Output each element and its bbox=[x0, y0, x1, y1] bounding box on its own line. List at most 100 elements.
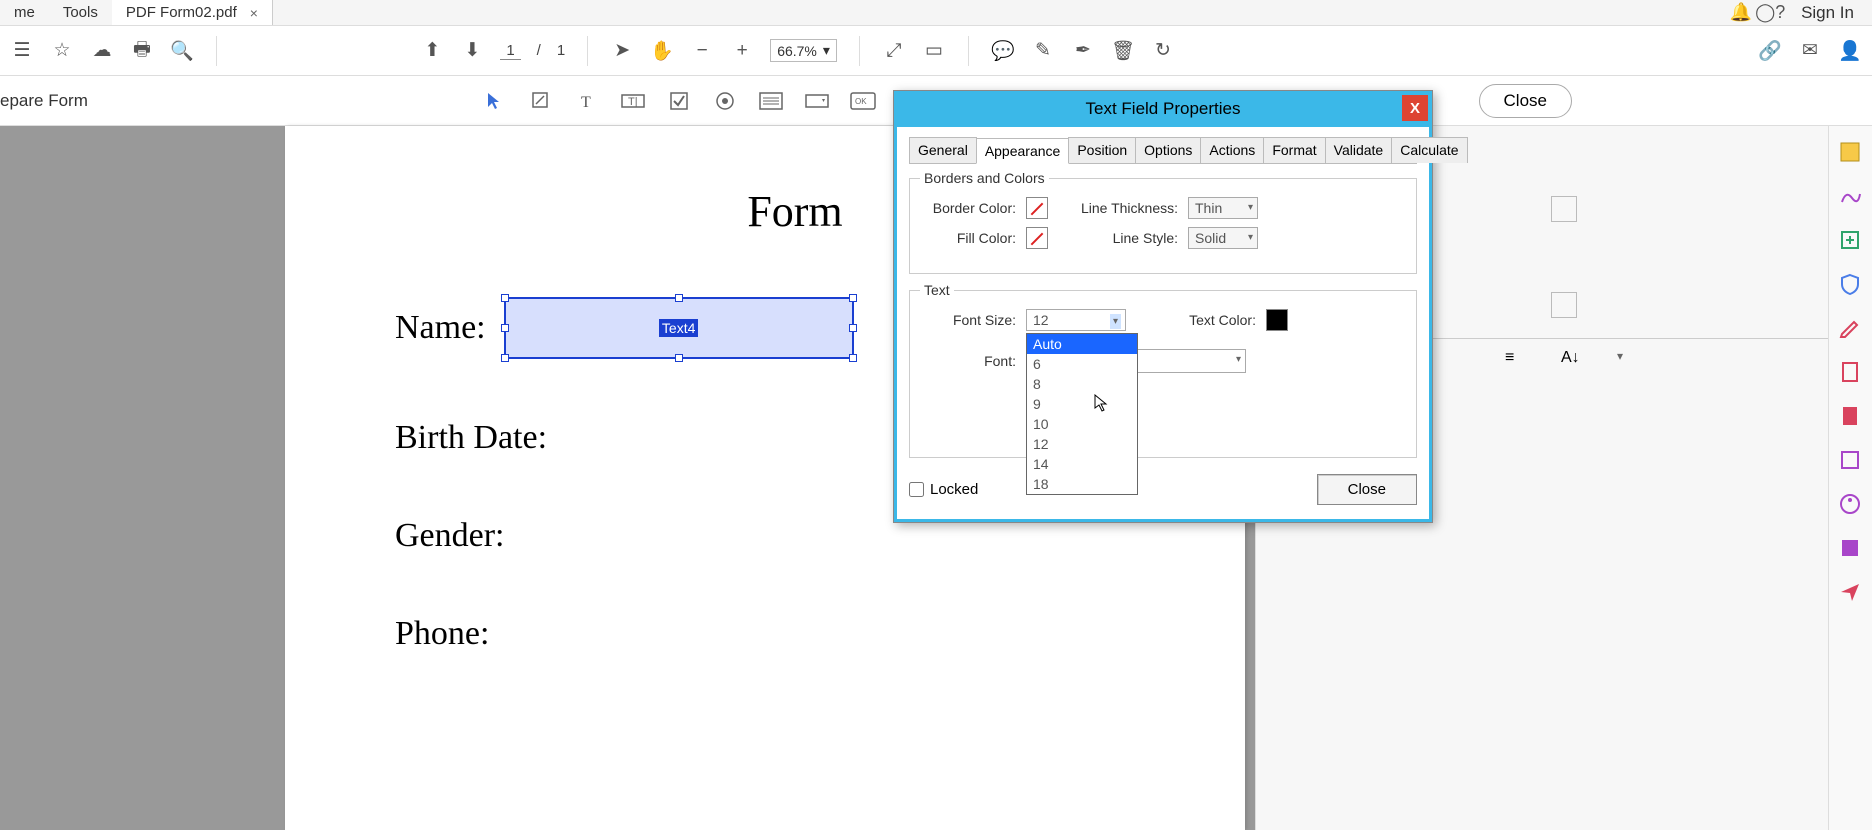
font-size-option-12[interactable]: 12 bbox=[1027, 434, 1137, 454]
borders-colors-group: Borders and Colors Border Color: Fill Co… bbox=[909, 178, 1417, 274]
close-tab-icon[interactable]: × bbox=[245, 5, 258, 21]
edit-text-tool-icon[interactable] bbox=[526, 86, 556, 116]
hand-tool-icon[interactable]: ✋ bbox=[650, 39, 674, 63]
list-tool-icon[interactable] bbox=[756, 86, 786, 116]
zoom-out-icon[interactable]: − bbox=[690, 39, 714, 63]
print-icon[interactable]: 🖶 bbox=[130, 39, 154, 63]
stamp-tool-icon[interactable] bbox=[1838, 448, 1864, 474]
checkbox-tool-icon[interactable] bbox=[664, 86, 694, 116]
birth-date-label: Birth Date: bbox=[395, 419, 547, 457]
rail-icon-2[interactable] bbox=[1551, 292, 1577, 318]
font-size-label: Font Size: bbox=[924, 312, 1016, 328]
font-size-option-14[interactable]: 14 bbox=[1027, 454, 1137, 474]
menu-icon[interactable]: ☰ bbox=[10, 39, 34, 63]
tab-position[interactable]: Position bbox=[1068, 137, 1136, 163]
fill-color-swatch[interactable] bbox=[1026, 227, 1048, 249]
font-size-option-9[interactable]: 9 bbox=[1027, 394, 1137, 414]
fit-width-icon[interactable]: ⤢ bbox=[882, 39, 906, 63]
font-size-option-10[interactable]: 10 bbox=[1027, 414, 1137, 434]
search-icon[interactable]: 🔍 bbox=[170, 39, 194, 63]
sign-in-link[interactable]: Sign In bbox=[1783, 3, 1872, 23]
font-size-value: 12 bbox=[1033, 312, 1049, 328]
font-size-option-auto[interactable]: Auto bbox=[1027, 334, 1137, 354]
dialog-tabs: General Appearance Position Options Acti… bbox=[909, 137, 1417, 164]
font-size-option-6[interactable]: 6 bbox=[1027, 354, 1137, 374]
tab-home[interactable]: me bbox=[0, 0, 49, 25]
text-color-swatch[interactable] bbox=[1266, 309, 1288, 331]
prepare-form-label: epare Form bbox=[0, 91, 100, 111]
more-tool-icon[interactable] bbox=[1838, 536, 1864, 562]
email-icon[interactable]: ✉ bbox=[1798, 39, 1822, 63]
dialog-close-x[interactable]: X bbox=[1402, 95, 1428, 121]
line-style-label: Line Style: bbox=[1078, 230, 1178, 246]
tab-tools[interactable]: Tools bbox=[49, 0, 112, 25]
tab-appearance[interactable]: Appearance bbox=[976, 138, 1070, 164]
tab-actions[interactable]: Actions bbox=[1200, 137, 1264, 163]
page-down-icon[interactable]: ⬇ bbox=[460, 39, 484, 63]
close-form-button[interactable]: Close bbox=[1479, 84, 1572, 118]
highlight-icon[interactable]: ✎ bbox=[1031, 39, 1055, 63]
pointer-tool-icon[interactable] bbox=[480, 86, 510, 116]
text-legend: Text bbox=[920, 282, 954, 298]
tab-options[interactable]: Options bbox=[1135, 137, 1201, 163]
locked-checkbox-label[interactable]: Locked bbox=[909, 481, 978, 498]
link-icon[interactable]: 🔗 bbox=[1758, 39, 1782, 63]
svg-text:T|: T| bbox=[628, 96, 638, 108]
pdf-tool-icon[interactable] bbox=[1838, 360, 1864, 386]
border-color-label: Border Color: bbox=[924, 200, 1016, 216]
protect-tool-icon[interactable] bbox=[1838, 272, 1864, 298]
font-size-select[interactable]: 12 ▾ Auto 6 8 9 10 12 14 18 bbox=[1026, 309, 1126, 331]
pdf2-tool-icon[interactable] bbox=[1838, 404, 1864, 430]
text-field-properties-dialog: Text Field Properties X General Appearan… bbox=[893, 90, 1433, 523]
comment-icon[interactable]: 💬 bbox=[991, 39, 1015, 63]
accessibility-icon[interactable] bbox=[1838, 492, 1864, 518]
text-field-selected[interactable]: Text4 bbox=[504, 297, 854, 359]
tab-document[interactable]: PDF Form02.pdf × bbox=[112, 0, 273, 25]
sign-tool-icon[interactable] bbox=[1838, 184, 1864, 210]
sign-icon[interactable]: ✒ bbox=[1071, 39, 1095, 63]
sort-icon[interactable]: A↓ bbox=[1561, 349, 1587, 375]
radio-tool-icon[interactable] bbox=[710, 86, 740, 116]
line-style-select[interactable]: Solid▾ bbox=[1188, 227, 1258, 249]
account-icon[interactable]: 👤 bbox=[1838, 39, 1862, 63]
fit-page-icon[interactable]: ▭ bbox=[922, 39, 946, 63]
help-icon[interactable]: ◯? bbox=[1755, 2, 1783, 23]
select-tool-icon[interactable]: ➤ bbox=[610, 39, 634, 63]
tab-calculate[interactable]: Calculate bbox=[1391, 137, 1467, 163]
zoom-dropdown[interactable]: 66.7%▾ bbox=[770, 39, 837, 62]
name-label: Name: bbox=[395, 309, 486, 347]
left-gutter bbox=[0, 126, 285, 830]
text-field-tool-icon[interactable]: T| bbox=[618, 86, 648, 116]
dropdown-tool-icon[interactable] bbox=[802, 86, 832, 116]
page-sep: / bbox=[537, 42, 541, 59]
borders-colors-legend: Borders and Colors bbox=[920, 170, 1049, 186]
tab-format[interactable]: Format bbox=[1263, 137, 1325, 163]
export-tool-icon[interactable] bbox=[1838, 228, 1864, 254]
dialog-close-button[interactable]: Close bbox=[1317, 474, 1417, 505]
font-size-option-8[interactable]: 8 bbox=[1027, 374, 1137, 394]
zoom-in-icon[interactable]: + bbox=[730, 39, 754, 63]
border-color-swatch[interactable] bbox=[1026, 197, 1048, 219]
tab-validate[interactable]: Validate bbox=[1325, 137, 1393, 163]
current-page[interactable]: 1 bbox=[500, 42, 520, 60]
edit-tool-icon[interactable] bbox=[1838, 316, 1864, 342]
locked-checkbox[interactable] bbox=[909, 482, 924, 497]
line-thickness-value: Thin bbox=[1195, 200, 1222, 216]
font-size-option-18[interactable]: 18 bbox=[1027, 474, 1137, 494]
star-icon[interactable]: ☆ bbox=[50, 39, 74, 63]
notification-icon[interactable]: 🔔 bbox=[1727, 2, 1755, 23]
button-tool-icon[interactable]: OK bbox=[848, 86, 878, 116]
delete-icon[interactable]: 🗑 bbox=[1111, 39, 1135, 63]
cloud-upload-icon[interactable]: ☁ bbox=[90, 39, 114, 63]
rail-icon-1[interactable] bbox=[1551, 196, 1577, 222]
align-icon[interactable]: ≡ bbox=[1505, 349, 1531, 375]
tab-general[interactable]: General bbox=[909, 137, 977, 163]
dialog-title-bar[interactable]: Text Field Properties X bbox=[894, 91, 1432, 127]
dialog-title: Text Field Properties bbox=[1086, 99, 1241, 119]
note-tool-icon[interactable] bbox=[1838, 140, 1864, 166]
line-thickness-select[interactable]: Thin▾ bbox=[1188, 197, 1258, 219]
page-up-icon[interactable]: ⬆ bbox=[420, 39, 444, 63]
text-tool-icon[interactable]: T bbox=[572, 86, 602, 116]
send-tool-icon[interactable] bbox=[1838, 580, 1864, 606]
rotate-icon[interactable]: ↻ bbox=[1151, 39, 1175, 63]
